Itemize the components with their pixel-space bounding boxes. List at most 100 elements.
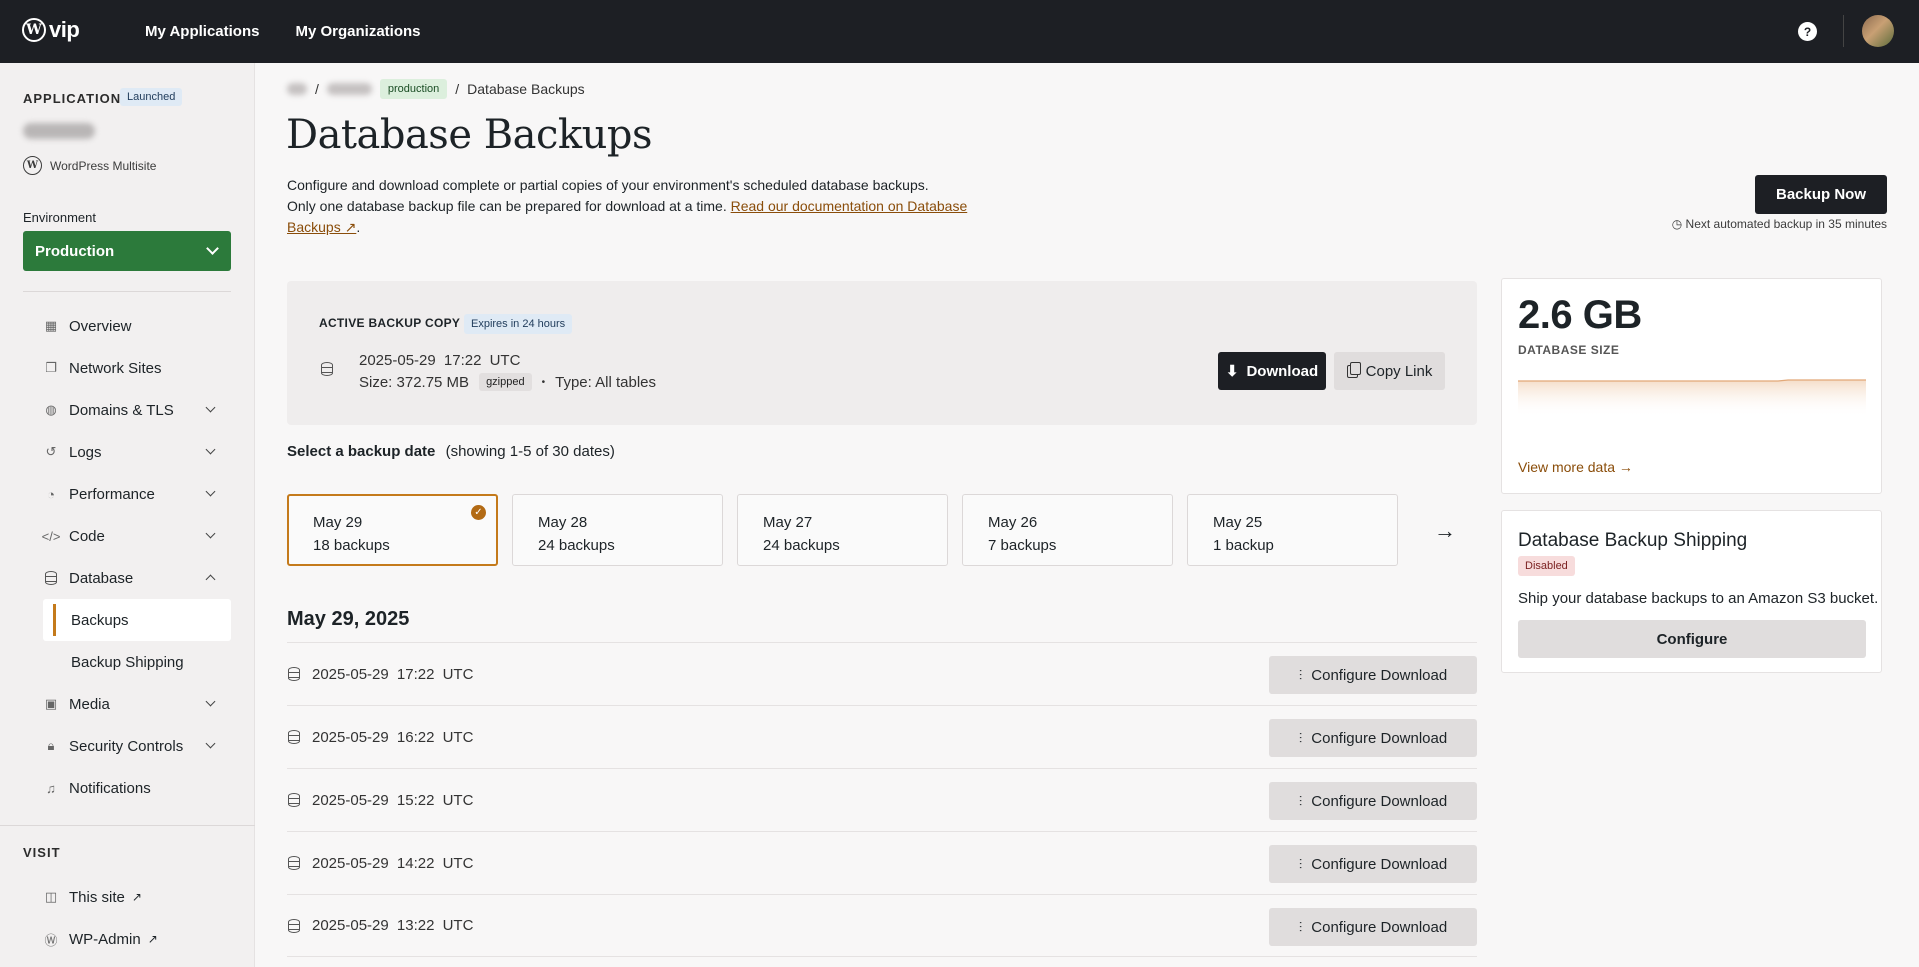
nav-my-organizations[interactable]: My Organizations — [295, 23, 420, 40]
sidebar-item-logs[interactable]: ↺ Logs — [43, 431, 231, 473]
copy-link-button[interactable]: Copy Link — [1334, 352, 1445, 390]
sidebar-divider — [23, 291, 231, 292]
date-select-header: Select a backup date (showing 1-5 of 30 … — [287, 443, 615, 460]
database-size-value: 2.6 GB — [1518, 293, 1642, 337]
date-card-count: 1 backup — [1213, 537, 1274, 554]
date-card-may-26[interactable]: May 26 7 backups — [962, 494, 1173, 566]
window-icon: ❐ — [45, 360, 57, 375]
history-icon: ↺ — [45, 444, 57, 459]
view-more-data-link[interactable]: View more data → — [1518, 459, 1633, 475]
breadcrumb-sep: / — [455, 81, 460, 97]
configure-download-button[interactable]: ⫶ Configure Download — [1269, 845, 1477, 883]
visit-item-label: WP-Admin — [69, 930, 141, 948]
backup-shipping-card: Database Backup Shipping Disabled Ship y… — [1501, 510, 1882, 673]
next-backup-notice: ◷ Next automated backup in 35 minutes — [1656, 217, 1887, 231]
date-card-day: May 27 — [763, 514, 813, 531]
sidebar-item-media[interactable]: ▣ Media — [43, 683, 231, 725]
database-icon — [288, 918, 300, 933]
sliders-icon: ⫶ — [1298, 729, 1303, 746]
configure-download-label: Configure Download — [1311, 855, 1448, 873]
visit-wp-admin[interactable]: Ⓦ WP-Admin ↗ — [43, 918, 158, 960]
backup-timestamp: 2025-05-29 14:22 UTC — [312, 854, 474, 872]
external-link-icon: ↗ — [147, 932, 158, 946]
app-type-label: WordPress Multisite — [50, 158, 157, 173]
sidebar-item-notifications[interactable]: ♫ Notifications — [43, 767, 231, 809]
table-row: 2025-05-29 16:22 UTC ⫶ Configure Downloa… — [287, 705, 1477, 768]
backups-day-heading: May 29, 2025 — [287, 608, 410, 630]
breadcrumb-org-redacted[interactable] — [287, 83, 307, 95]
sidebar-item-database[interactable]: Database — [43, 557, 231, 599]
visit-this-site[interactable]: ◫ This site ↗ — [43, 876, 158, 918]
sidebar-item-code[interactable]: </> Code — [41, 515, 231, 557]
environment-value: Production — [35, 242, 115, 260]
configure-download-button[interactable]: ⫶ Configure Download — [1269, 656, 1477, 694]
chevron-down-icon — [205, 696, 216, 707]
page-title: Database Backups — [286, 112, 652, 158]
sliders-icon: ⫶ — [1298, 792, 1303, 809]
active-backup-type: Type: All tables — [555, 373, 657, 391]
page-intro: Configure and download complete or parti… — [287, 177, 968, 235]
breadcrumb-sep: / — [315, 81, 319, 97]
sidebar-item-security-controls[interactable]: 🔒︎ Security Controls — [43, 725, 231, 767]
arrow-right-icon[interactable]: → — [1434, 518, 1456, 544]
download-button[interactable]: ⬇ Download — [1218, 352, 1326, 390]
date-card-may-28[interactable]: May 28 24 backups — [512, 494, 723, 566]
nav-my-applications[interactable]: My Applications — [145, 23, 259, 40]
shipping-title: Database Backup Shipping — [1518, 530, 1748, 551]
configure-shipping-button[interactable]: Configure — [1518, 620, 1866, 658]
breadcrumb: / production / Database Backups — [287, 79, 585, 99]
shipping-status-badge: Disabled — [1518, 556, 1575, 576]
expires-badge: Expires in 24 hours — [464, 314, 573, 334]
backup-now-button[interactable]: Backup Now — [1755, 175, 1887, 214]
chevron-down-icon — [205, 402, 216, 413]
sidebar-item-network-sites[interactable]: ❐ Network Sites — [43, 347, 231, 389]
intro-line-1: Configure and download complete or parti… — [287, 177, 929, 193]
breadcrumb-env-badge[interactable]: production — [379, 79, 448, 99]
app-type: W WordPress Multisite — [23, 156, 156, 175]
sliders-icon: ⫶ — [1298, 666, 1303, 683]
configure-download-label: Configure Download — [1311, 729, 1448, 747]
environment-label: Environment — [23, 210, 96, 225]
format-badge: gzipped — [479, 373, 532, 391]
top-nav: My Applications My Organizations — [145, 0, 421, 63]
sidebar-item-overview[interactable]: ▦ Overview — [43, 305, 231, 347]
configure-download-button[interactable]: ⫶ Configure Download — [1269, 782, 1477, 820]
sidebar-item-label: Overview — [69, 317, 132, 335]
sidebar-subitem-backups[interactable]: Backups — [43, 599, 231, 641]
date-card-day: May 26 — [988, 514, 1038, 531]
vip-logo[interactable]: W vip — [22, 17, 80, 43]
sidebar-item-label: Notifications — [69, 779, 151, 797]
date-card-may-27[interactable]: May 27 24 backups — [737, 494, 948, 566]
wordpress-icon: Ⓦ — [44, 932, 58, 948]
check-icon: ✓ — [471, 505, 486, 520]
clock-icon: ◷ — [1671, 217, 1683, 231]
globe-icon: ◍ — [45, 402, 57, 417]
sidebar-subitem-backup-shipping[interactable]: Backup Shipping — [43, 641, 231, 683]
backup-timestamp: 2025-05-29 15:22 UTC — [312, 791, 474, 809]
logo-text: vip — [49, 17, 80, 42]
date-card-count: 18 backups — [313, 537, 390, 554]
sidebar-item-domains[interactable]: ◍ Domains & TLS — [43, 389, 231, 431]
table-row: 2025-05-29 13:22 UTC ⫶ Configure Downloa… — [287, 894, 1477, 957]
copy-icon — [1346, 361, 1361, 378]
help-icon[interactable]: ? — [1798, 22, 1817, 41]
configure-download-button[interactable]: ⫶ Configure Download — [1269, 719, 1477, 757]
sidebar-item-label: Media — [69, 695, 110, 713]
table-row: 2025-05-29 14:22 UTC ⫶ Configure Downloa… — [287, 831, 1477, 894]
breadcrumb-app-redacted[interactable] — [326, 83, 372, 95]
code-icon: </> — [41, 528, 61, 544]
date-card-may-29[interactable]: May 29 18 backups ✓ — [287, 494, 498, 566]
date-card-may-25[interactable]: May 25 1 backup — [1187, 494, 1398, 566]
avatar[interactable] — [1862, 15, 1894, 47]
next-backup-text: Next automated backup in 35 minutes — [1685, 217, 1887, 231]
backup-timestamp: 2025-05-29 13:22 UTC — [312, 917, 474, 934]
environment-select[interactable]: Production — [23, 231, 231, 271]
visit-label: VISIT — [23, 845, 61, 860]
database-size-label: DATABASE SIZE — [1518, 343, 1620, 357]
sidebar-item-label: Security Controls — [69, 737, 184, 755]
configure-download-button[interactable]: ⫶ Configure Download — [1269, 908, 1477, 946]
breadcrumb-current: Database Backups — [467, 81, 585, 97]
sidebar-item-performance[interactable]: ◔ Performance — [43, 473, 231, 515]
active-backup-meta: Size: 372.75 MB gzipped • Type: All tabl… — [359, 373, 656, 391]
backup-list: 2025-05-29 17:22 UTC ⫶ Configure Downloa… — [287, 642, 1477, 957]
